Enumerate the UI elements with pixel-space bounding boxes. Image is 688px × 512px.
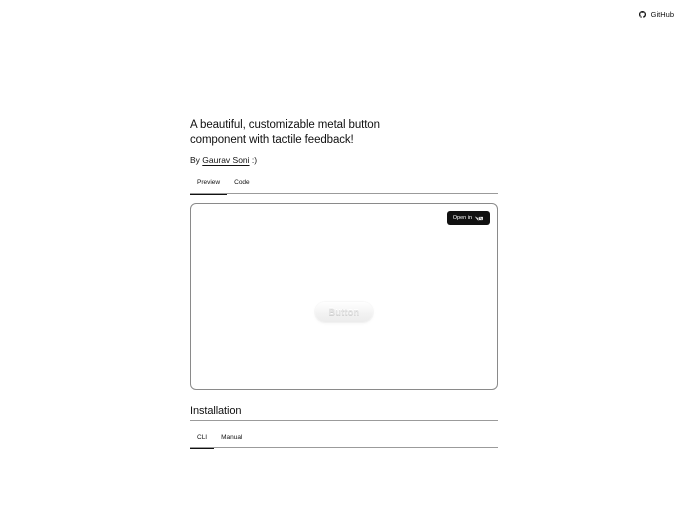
author-link[interactable]: Gaurav Soni <box>202 155 249 165</box>
v0-logo-icon <box>475 215 485 221</box>
tab-preview[interactable]: Preview <box>190 176 228 195</box>
byline: By Gaurav Soni :) <box>190 155 498 165</box>
byline-prefix: By <box>190 155 200 165</box>
metal-demo-button[interactable]: Button <box>315 302 373 322</box>
open-in-v0-button[interactable]: Open in <box>446 211 490 225</box>
installation-title: Installation <box>190 405 498 421</box>
main-content: A beautiful, customizable metal button c… <box>190 118 498 449</box>
tab-cli[interactable]: CLI <box>190 431 215 449</box>
tab-code[interactable]: Code <box>227 176 257 194</box>
tab-manual[interactable]: Manual <box>214 431 249 448</box>
github-icon <box>638 11 646 18</box>
open-in-label: Open in <box>452 215 472 221</box>
github-label: GitHub <box>650 10 674 19</box>
page-headline: A beautiful, customizable metal button c… <box>190 119 380 146</box>
installation-tabs: CLI Manual <box>190 431 498 449</box>
metal-demo-button-label: Button <box>328 307 360 317</box>
preview-tabs: Preview Code <box>190 176 498 195</box>
github-link[interactable]: GitHub <box>638 10 674 19</box>
byline-suffix: :) <box>251 155 258 165</box>
preview-panel: Open in Button <box>190 203 498 390</box>
